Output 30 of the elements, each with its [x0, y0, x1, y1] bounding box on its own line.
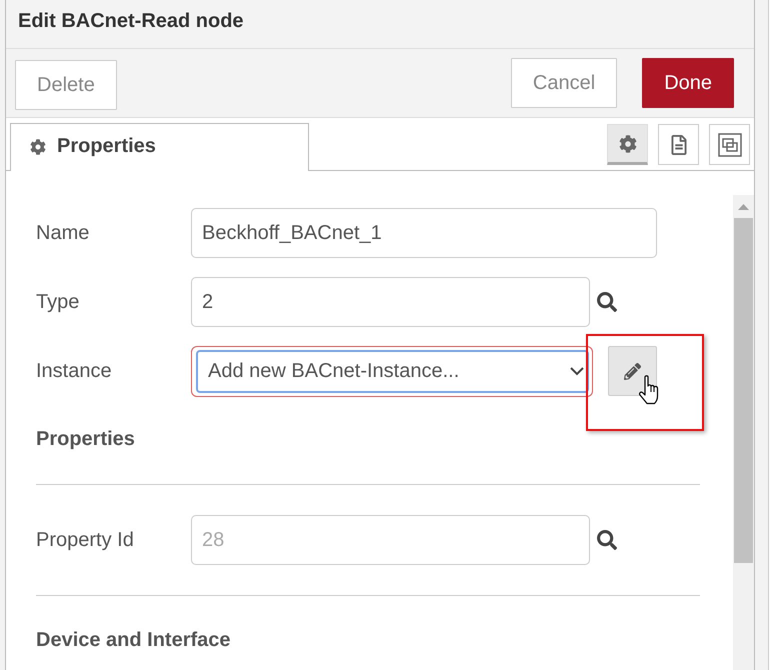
document-icon: [670, 134, 686, 154]
gear-icon: [618, 134, 636, 152]
text-input-field[interactable]: 28: [191, 515, 590, 565]
section-heading: Device and Interface: [36, 628, 231, 652]
done-button[interactable]: Done: [642, 58, 734, 108]
field-label: Property Id: [36, 528, 134, 552]
properties-tab[interactable]: Properties: [10, 123, 309, 171]
delete-button[interactable]: Delete: [15, 60, 117, 110]
text-input-field[interactable]: 2: [191, 277, 590, 327]
document-tab-button[interactable]: [658, 124, 699, 165]
gear-icon: [30, 138, 46, 154]
select-field[interactable]: Add new BACnet-Instance...: [191, 346, 593, 396]
gear-tab-button[interactable]: [607, 124, 648, 165]
edit-button[interactable]: [608, 346, 657, 396]
pencil-icon: [624, 362, 641, 380]
scrollbar-thumb[interactable]: [734, 218, 753, 563]
field-label: Type: [36, 290, 80, 314]
frame-tab-button[interactable]: [709, 124, 750, 165]
search-icon[interactable]: [597, 530, 617, 550]
scrollbar-track[interactable]: [733, 195, 754, 670]
search-icon[interactable]: [597, 292, 617, 312]
text-input-field[interactable]: Beckhoff_BACnet_1: [191, 208, 657, 258]
frame-icon: [718, 132, 742, 156]
section-heading: Properties: [36, 427, 135, 451]
chevron-down-icon: [570, 366, 584, 376]
cancel-button[interactable]: Cancel: [510, 58, 618, 108]
field-label: Name: [36, 222, 90, 244]
dialog-title: Edit BACnet-Read node: [18, 9, 244, 33]
tab-label: Properties: [57, 135, 156, 158]
field-label: Instance: [36, 360, 112, 382]
